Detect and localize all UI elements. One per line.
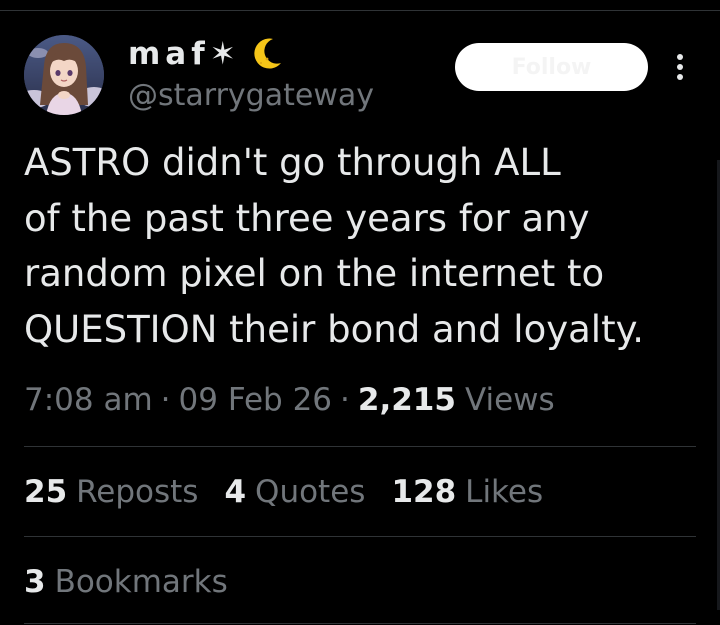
anime-girl-avatar-icon: [24, 35, 104, 115]
crescent-moon-icon: [247, 35, 285, 73]
reposts-count: 25: [24, 474, 68, 510]
meta-separator: ·: [160, 382, 171, 418]
dot-icon: [677, 64, 683, 70]
tweet-text-line: of the past three years for any: [24, 196, 590, 240]
meta-separator: ·: [340, 382, 350, 418]
quotes-count: 4: [224, 474, 247, 510]
divider: [24, 536, 696, 537]
tweet-date[interactable]: 09 Feb 26: [179, 382, 333, 418]
display-name[interactable]: maf✶: [128, 34, 241, 74]
divider: [24, 623, 696, 624]
bookmarks-stat[interactable]: 3 Bookmarks: [24, 564, 228, 600]
likes-count: 128: [391, 474, 457, 510]
tweet-text: ASTRO didn't go through ALL of the past …: [24, 135, 694, 357]
reposts-label: Reposts: [76, 474, 199, 510]
author-handle[interactable]: @starrygateway: [128, 76, 374, 116]
avatar[interactable]: [24, 35, 104, 115]
tweet-meta: 7:08 am · 09 Feb 26 · 2,215 Views: [24, 378, 555, 422]
views-count: 2,215: [357, 382, 456, 418]
more-options-icon[interactable]: [668, 50, 692, 84]
tweet-text-line: random pixel on the internet to: [24, 252, 605, 295]
bookmarks-label: Bookmarks: [54, 564, 228, 600]
views-label: Views: [464, 382, 555, 418]
follow-button[interactable]: Follow: [455, 43, 648, 91]
divider: [24, 446, 696, 447]
tweet-text-line: QUESTION their bond and loyalty.: [24, 307, 644, 351]
quotes-stat[interactable]: 4 Quotes: [224, 474, 365, 510]
bookmarks-stat-row: 3 Bookmarks: [24, 560, 254, 604]
engagement-stats: 25 Reposts 4 Quotes 128 Likes: [24, 470, 569, 514]
likes-stat[interactable]: 128 Likes: [391, 474, 543, 510]
bookmarks-count: 3: [24, 564, 46, 600]
top-divider: [0, 10, 720, 11]
tweet-time[interactable]: 7:08 am: [24, 382, 153, 418]
dot-icon: [677, 74, 683, 80]
quotes-label: Quotes: [255, 474, 366, 510]
author-name-row[interactable]: maf✶: [128, 34, 285, 74]
dot-icon: [677, 54, 683, 60]
reposts-stat[interactable]: 25 Reposts: [24, 474, 198, 510]
tweet-text-line: ASTRO didn't go through ALL: [24, 141, 561, 184]
likes-label: Likes: [465, 474, 544, 510]
